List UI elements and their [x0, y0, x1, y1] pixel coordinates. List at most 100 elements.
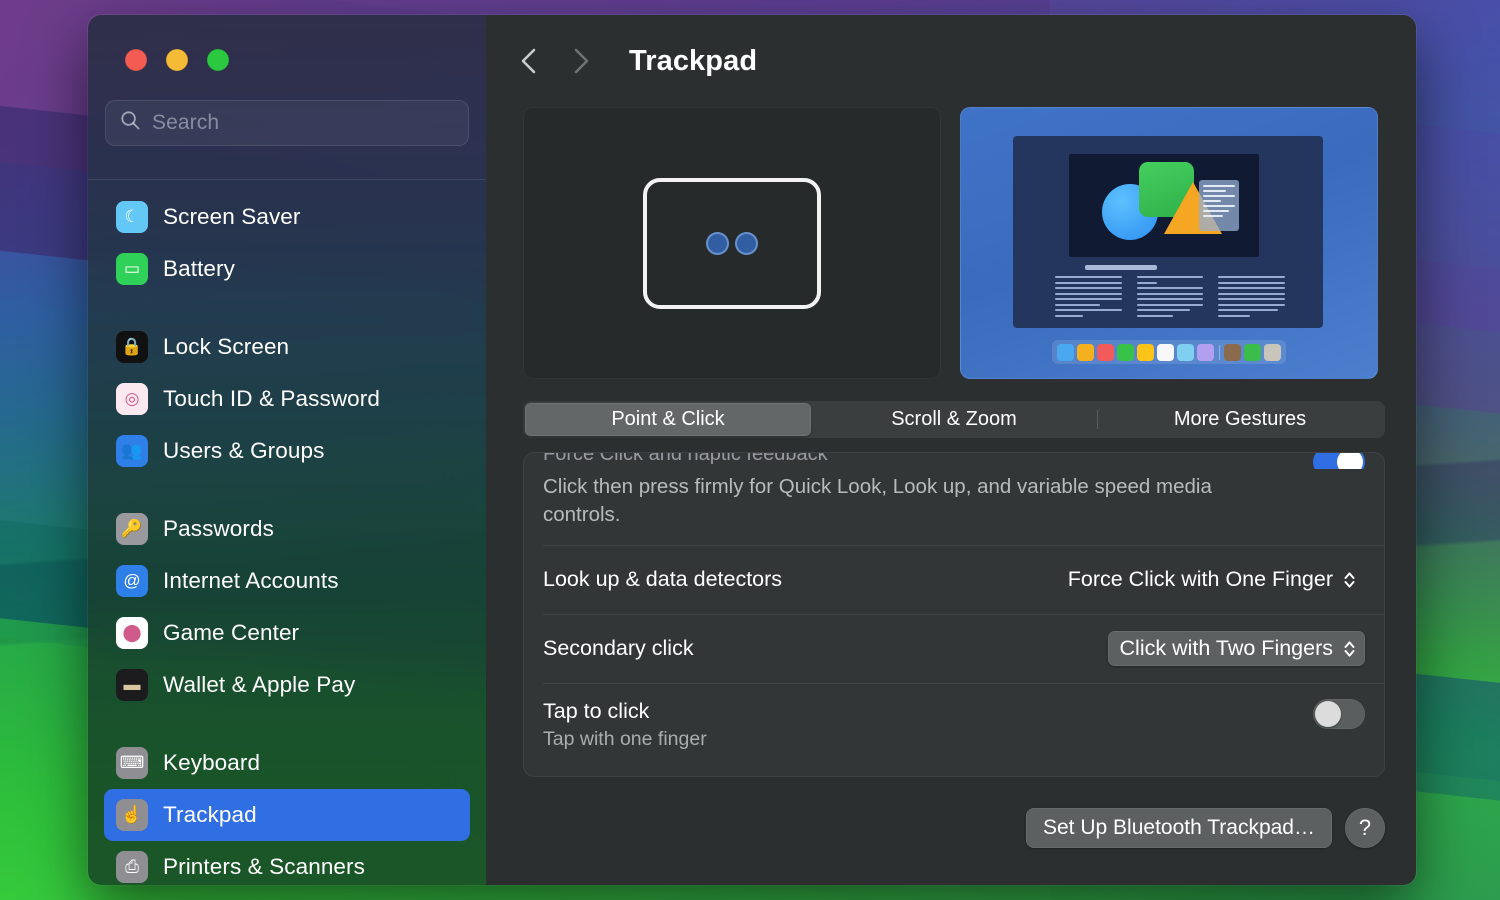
sidebar-item-lock-screen[interactable]: 🔒 Lock Screen: [104, 321, 470, 373]
zoom-button[interactable]: [207, 49, 229, 71]
dock-separator: [1218, 344, 1220, 360]
look-up-value: Force Click with One Finger: [1067, 567, 1333, 592]
demo-text-columns: [1055, 276, 1286, 317]
dock-app-icon: [1264, 343, 1281, 361]
preview-row: [523, 107, 1385, 379]
internet-accounts-icon: @: [116, 565, 148, 597]
dock-app-icon: [1197, 343, 1214, 361]
demo-popover-icon: [1199, 180, 1239, 231]
sidebar-item-printers-scanners[interactable]: ⎙ Printers & Scanners: [104, 841, 470, 885]
chevron-up-down-icon: [1343, 570, 1356, 590]
sidebar-item-keyboard[interactable]: ⌨ Keyboard: [104, 737, 470, 789]
tap-to-click-label: Tap to click: [543, 698, 650, 723]
tap-to-click-switch[interactable]: [1313, 698, 1365, 729]
force-click-description-row: Click then press firmly for Quick Look, …: [524, 469, 1384, 545]
sidebar-item-label: Battery: [163, 256, 235, 281]
help-button[interactable]: ?: [1345, 808, 1385, 848]
secondary-click-popup-button[interactable]: Click with Two Fingers: [1107, 631, 1365, 667]
page-title: Trackpad: [629, 44, 758, 77]
sidebar-item-label: Trackpad: [163, 802, 257, 827]
sidebar-item-game-center[interactable]: ⬤ Game Center: [104, 607, 470, 659]
sidebar-item-label: Wallet & Apple Pay: [163, 672, 356, 697]
trackpad-outline-icon: [643, 177, 821, 309]
sidebar-item-screen-saver[interactable]: ☾ Screen Saver: [104, 191, 470, 243]
finger-dot-icon: [735, 231, 758, 255]
settings-scroll-area[interactable]: Point & Click Scroll & Zoom More Gestures …: [486, 107, 1416, 793]
secondary-click-label: Secondary click: [543, 636, 694, 661]
set-up-bluetooth-trackpad-button[interactable]: Set Up Bluetooth Trackpad…: [1026, 808, 1332, 848]
tab-bar[interactable]: Point & Click Scroll & Zoom More Gestures: [523, 401, 1385, 438]
settings-card: Force Click and haptic feedback Click th…: [523, 452, 1385, 777]
minimize-button[interactable]: [166, 49, 188, 71]
sidebar-item-wallet-apple-pay[interactable]: ▬ Wallet & Apple Pay: [104, 659, 470, 711]
search-field[interactable]: Search: [105, 100, 469, 146]
sidebar-item-battery[interactable]: ▭ Battery: [104, 243, 470, 295]
window-controls: [125, 49, 229, 71]
finger-dot-icon: [706, 231, 729, 255]
content-footer: Set Up Bluetooth Trackpad… ?: [486, 793, 1416, 885]
tab-separator: [1097, 410, 1098, 429]
touch-id-icon: ◎: [116, 383, 148, 415]
tab-label: Scroll & Zoom: [891, 408, 1017, 430]
back-button[interactable]: [508, 39, 552, 83]
sidebar-item-users-groups[interactable]: 👥 Users & Groups: [104, 425, 470, 477]
sidebar-item-label: Printers & Scanners: [163, 854, 365, 879]
printers-scanners-icon: ⎙: [116, 851, 148, 883]
sidebar-item-internet-accounts[interactable]: @ Internet Accounts: [104, 555, 470, 607]
dock-app-icon: [1224, 343, 1241, 361]
sidebar-item-label: Internet Accounts: [163, 568, 339, 593]
dock-app-icon: [1157, 343, 1174, 361]
forward-button[interactable]: [558, 39, 602, 83]
look-up-label: Look up & data detectors: [543, 567, 783, 592]
chevron-up-down-icon: [1343, 639, 1356, 659]
tab-label: Point & Click: [611, 408, 725, 430]
secondary-click-value: Click with Two Fingers: [1119, 636, 1333, 661]
game-center-icon: ⬤: [116, 617, 148, 649]
tab-more-gestures[interactable]: More Gestures: [1097, 403, 1383, 436]
sidebar-divider: [88, 179, 486, 180]
trackpad-gesture-diagram: [523, 107, 941, 379]
sidebar-item-label: Screen Saver: [163, 204, 301, 229]
sidebar-item-label: Touch ID & Password: [163, 386, 380, 411]
force-click-label: Force Click and haptic feedback: [543, 453, 828, 465]
look-up-popup-button[interactable]: Force Click with One Finger: [1056, 562, 1365, 597]
demo-dock: [1052, 340, 1286, 364]
demo-desktop-icon: [1013, 136, 1323, 328]
dock-app-icon: [1244, 343, 1261, 361]
gesture-demo-video[interactable]: [960, 107, 1378, 379]
force-click-row-clipped[interactable]: Force Click and haptic feedback: [524, 453, 1384, 469]
dock-app-icon: [1077, 343, 1094, 361]
search-icon: [120, 110, 141, 136]
sidebar-item-touch-id-password[interactable]: ◎ Touch ID & Password: [104, 373, 470, 425]
dock-app-icon: [1097, 343, 1114, 361]
content-pane: Trackpad Point & Click Scroll & Zoom Mor…: [486, 15, 1416, 885]
content-toolbar: Trackpad: [486, 15, 1416, 107]
sidebar-list[interactable]: ☾ Screen Saver ▭ Battery 🔒 Lock Screen ◎ Touch …: [88, 182, 486, 885]
trackpad-icon: ☝: [116, 799, 148, 831]
force-click-switch[interactable]: [1313, 453, 1365, 469]
passwords-icon: 🔑: [116, 513, 148, 545]
search-placeholder: Search: [152, 111, 220, 134]
dock-app-icon: [1137, 343, 1154, 361]
sidebar-item-label: Passwords: [163, 516, 274, 541]
close-button[interactable]: [125, 49, 147, 71]
tab-point-click[interactable]: Point & Click: [525, 403, 811, 436]
sidebar-item-trackpad[interactable]: ☝ Trackpad: [104, 789, 470, 841]
dock-app-icon: [1057, 343, 1074, 361]
secondary-click-row[interactable]: Secondary click Click with Two Fingers: [524, 615, 1384, 683]
sidebar-item-label: Lock Screen: [163, 334, 290, 359]
wallet-apple-pay-icon: ▬: [116, 669, 148, 701]
dock-app-icon: [1117, 343, 1134, 361]
tap-to-click-row[interactable]: Tap to click Tap with one finger: [524, 684, 1384, 776]
sidebar-item-label: Users & Groups: [163, 438, 325, 463]
look-up-row[interactable]: Look up & data detectors Force Click wit…: [524, 546, 1384, 614]
tap-to-click-sublabel: Tap with one finger: [543, 727, 707, 750]
sidebar-item-passwords[interactable]: 🔑 Passwords: [104, 503, 470, 555]
tab-scroll-zoom[interactable]: Scroll & Zoom: [811, 403, 1097, 436]
battery-icon: ▭: [116, 253, 148, 285]
screen-saver-icon: ☾: [116, 201, 148, 233]
sidebar: Search ☾ Screen Saver ▭ Battery 🔒 Lock Screen…: [88, 15, 486, 885]
